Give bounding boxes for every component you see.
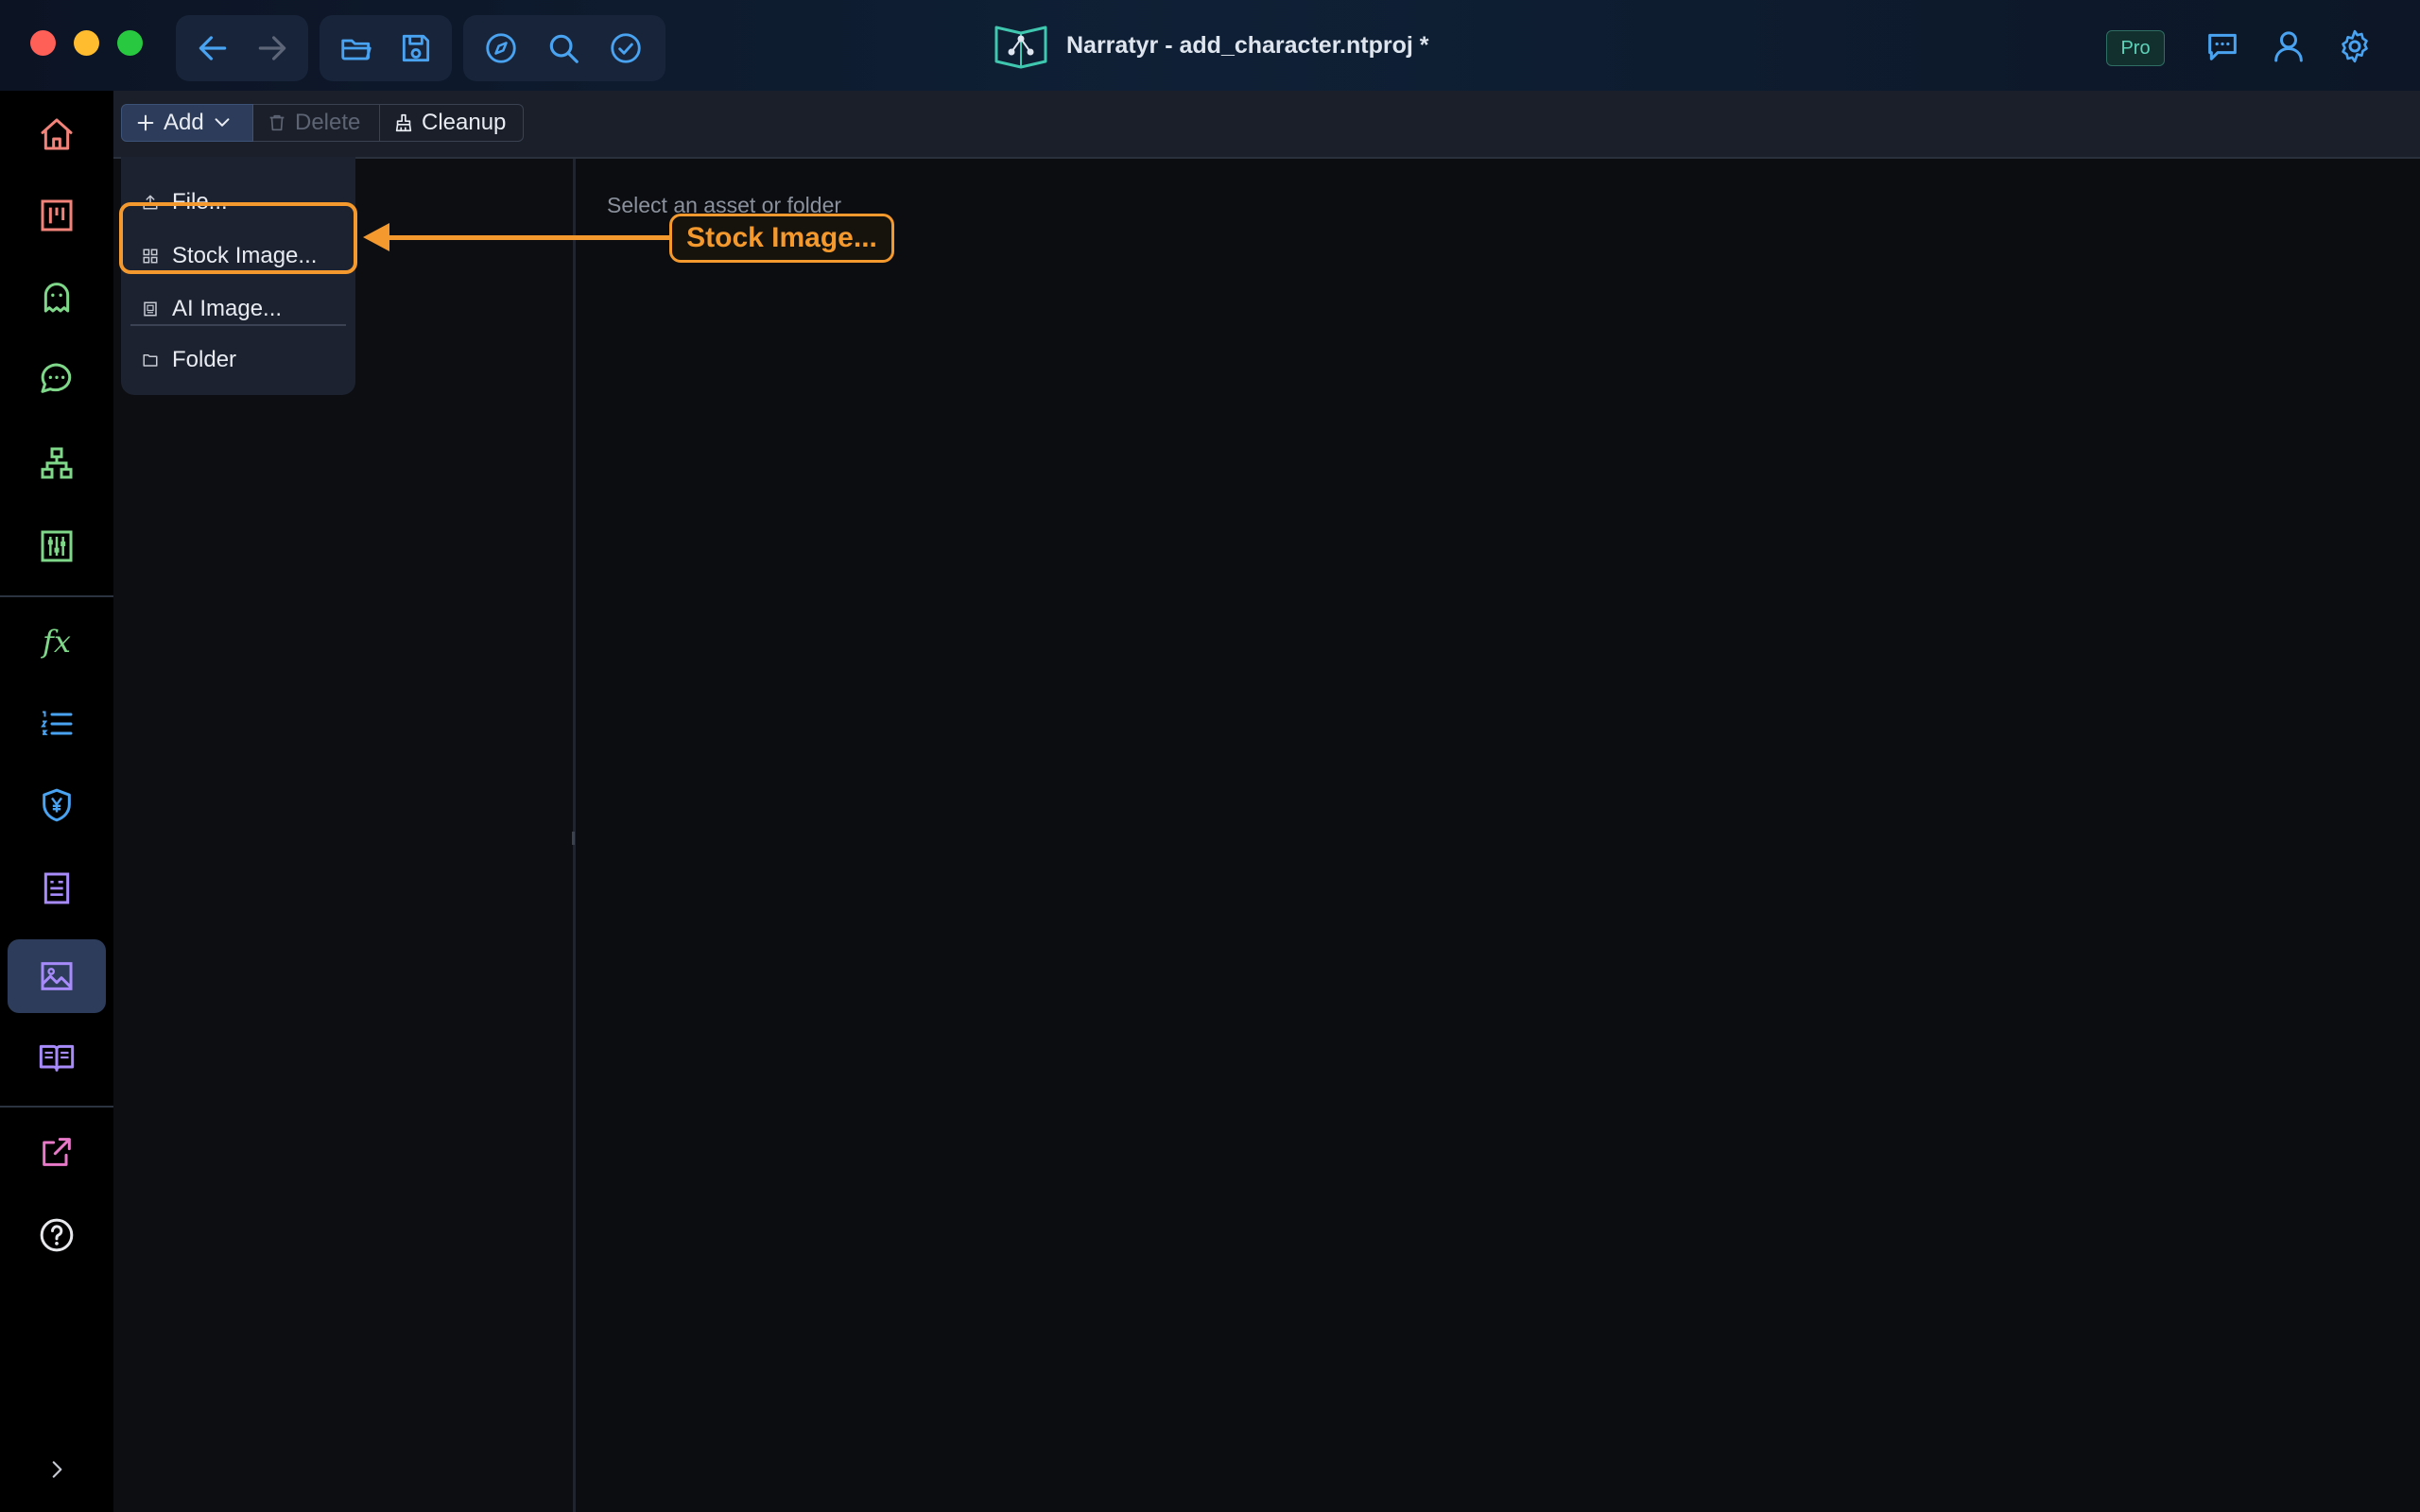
add-button[interactable]: Add bbox=[121, 104, 253, 142]
account-button[interactable] bbox=[2267, 25, 2310, 68]
user-icon bbox=[2274, 31, 2303, 62]
plus-icon bbox=[137, 114, 154, 131]
search-button[interactable] bbox=[535, 20, 592, 77]
menu-item-ai-image[interactable]: AI Image... bbox=[142, 290, 282, 328]
home-icon bbox=[41, 118, 73, 150]
menu-item-folder[interactable]: Folder bbox=[142, 341, 236, 379]
numbered-list-icon bbox=[41, 711, 73, 735]
folder-open-icon bbox=[340, 39, 372, 60]
chevron-down-icon bbox=[215, 118, 230, 127]
menu-item-label: Folder bbox=[172, 347, 237, 372]
trash-icon bbox=[269, 114, 285, 131]
sidebar-divider bbox=[0, 1106, 113, 1108]
settings-button[interactable] bbox=[2333, 25, 2377, 68]
sidebar-item-export[interactable] bbox=[8, 1115, 106, 1189]
callout-arrow bbox=[386, 235, 669, 240]
sidebar-item-documents[interactable] bbox=[8, 851, 106, 925]
sidebar-item-variables[interactable] bbox=[8, 509, 106, 583]
history-group bbox=[176, 15, 308, 81]
sidebar: fx bbox=[0, 91, 113, 1512]
navigate-button[interactable] bbox=[473, 20, 529, 77]
ghost-icon bbox=[43, 283, 70, 313]
gear-icon bbox=[2342, 29, 2368, 63]
window-title-text: Narratyr - add_character.ntproj * bbox=[1066, 31, 1429, 59]
folder-icon bbox=[143, 354, 158, 367]
tools-group bbox=[463, 15, 666, 81]
sidebar-item-board[interactable] bbox=[8, 179, 106, 252]
pro-badge[interactable]: Pro bbox=[2106, 30, 2165, 66]
shield-yen-icon bbox=[43, 788, 71, 822]
back-button[interactable] bbox=[185, 20, 239, 77]
document-icon bbox=[43, 872, 70, 904]
app-window: Narratyr - add_character.ntproj * Pro fx… bbox=[0, 0, 2420, 1512]
book-icon bbox=[39, 1044, 75, 1072]
arrow-head-icon bbox=[363, 223, 389, 251]
board-icon bbox=[41, 199, 73, 232]
chevron-right-icon bbox=[52, 1461, 62, 1478]
save-button[interactable] bbox=[389, 20, 442, 77]
window-minimize-button[interactable] bbox=[74, 30, 99, 56]
compass-icon bbox=[486, 33, 516, 63]
ai-image-icon bbox=[144, 301, 157, 317]
add-button-label: Add bbox=[164, 110, 204, 135]
sidebar-divider bbox=[0, 595, 113, 597]
fx-icon: fx bbox=[43, 624, 71, 660]
cleanup-button[interactable]: Cleanup bbox=[380, 104, 524, 142]
sidebar-item-functions[interactable]: fx bbox=[8, 605, 106, 679]
open-button[interactable] bbox=[329, 20, 383, 77]
highlight-box bbox=[119, 202, 357, 274]
sidebar-item-help[interactable] bbox=[8, 1198, 106, 1272]
callout-label: Stock Image... bbox=[669, 214, 894, 263]
delete-button-label: Delete bbox=[295, 110, 361, 135]
forward-button[interactable] bbox=[245, 20, 299, 77]
asset-detail-pane bbox=[576, 159, 2420, 1512]
help-icon bbox=[40, 1218, 74, 1252]
file-group bbox=[320, 15, 452, 81]
arrow-left-icon bbox=[199, 36, 226, 60]
window-title: Narratyr - add_character.ntproj * bbox=[993, 19, 1428, 72]
sidebar-item-characters[interactable] bbox=[8, 260, 106, 334]
image-icon bbox=[41, 962, 73, 990]
feedback-button[interactable] bbox=[2201, 25, 2244, 68]
sidebar-item-assets[interactable] bbox=[8, 939, 106, 1013]
cleanup-button-label: Cleanup bbox=[422, 110, 507, 135]
export-icon bbox=[43, 1138, 71, 1166]
assets-toolbar: Add Delete Cleanup bbox=[113, 91, 2420, 159]
sliders-icon bbox=[41, 530, 73, 562]
sidebar-item-list[interactable] bbox=[8, 687, 106, 761]
sidebar-item-home[interactable] bbox=[8, 97, 106, 171]
app-logo-icon bbox=[994, 26, 1047, 69]
chat-icon bbox=[41, 363, 72, 393]
sidebar-item-economy[interactable] bbox=[8, 768, 106, 842]
validate-button[interactable] bbox=[597, 20, 654, 77]
delete-button[interactable]: Delete bbox=[253, 104, 380, 142]
sidebar-item-structure[interactable] bbox=[8, 426, 106, 500]
broom-icon bbox=[395, 113, 412, 132]
sidebar-item-wiki[interactable] bbox=[8, 1021, 106, 1094]
check-circle-icon bbox=[611, 33, 641, 63]
window-close-button[interactable] bbox=[30, 30, 56, 56]
resize-grip[interactable] bbox=[572, 832, 575, 845]
window-maximize-button[interactable] bbox=[117, 30, 143, 56]
chat-bubble-icon bbox=[2208, 33, 2237, 60]
menu-separator bbox=[130, 324, 346, 326]
title-bar: Narratyr - add_character.ntproj * Pro bbox=[0, 0, 2420, 91]
add-menu: File... Stock Image... AI Image... Folde… bbox=[121, 157, 355, 395]
sidebar-item-dialogue[interactable] bbox=[8, 342, 106, 416]
hierarchy-icon bbox=[41, 447, 73, 479]
save-icon bbox=[402, 34, 429, 62]
menu-item-label: AI Image... bbox=[172, 296, 283, 321]
arrow-right-icon bbox=[258, 36, 285, 60]
search-icon bbox=[549, 34, 579, 63]
sidebar-expand-button[interactable] bbox=[8, 1433, 106, 1506]
